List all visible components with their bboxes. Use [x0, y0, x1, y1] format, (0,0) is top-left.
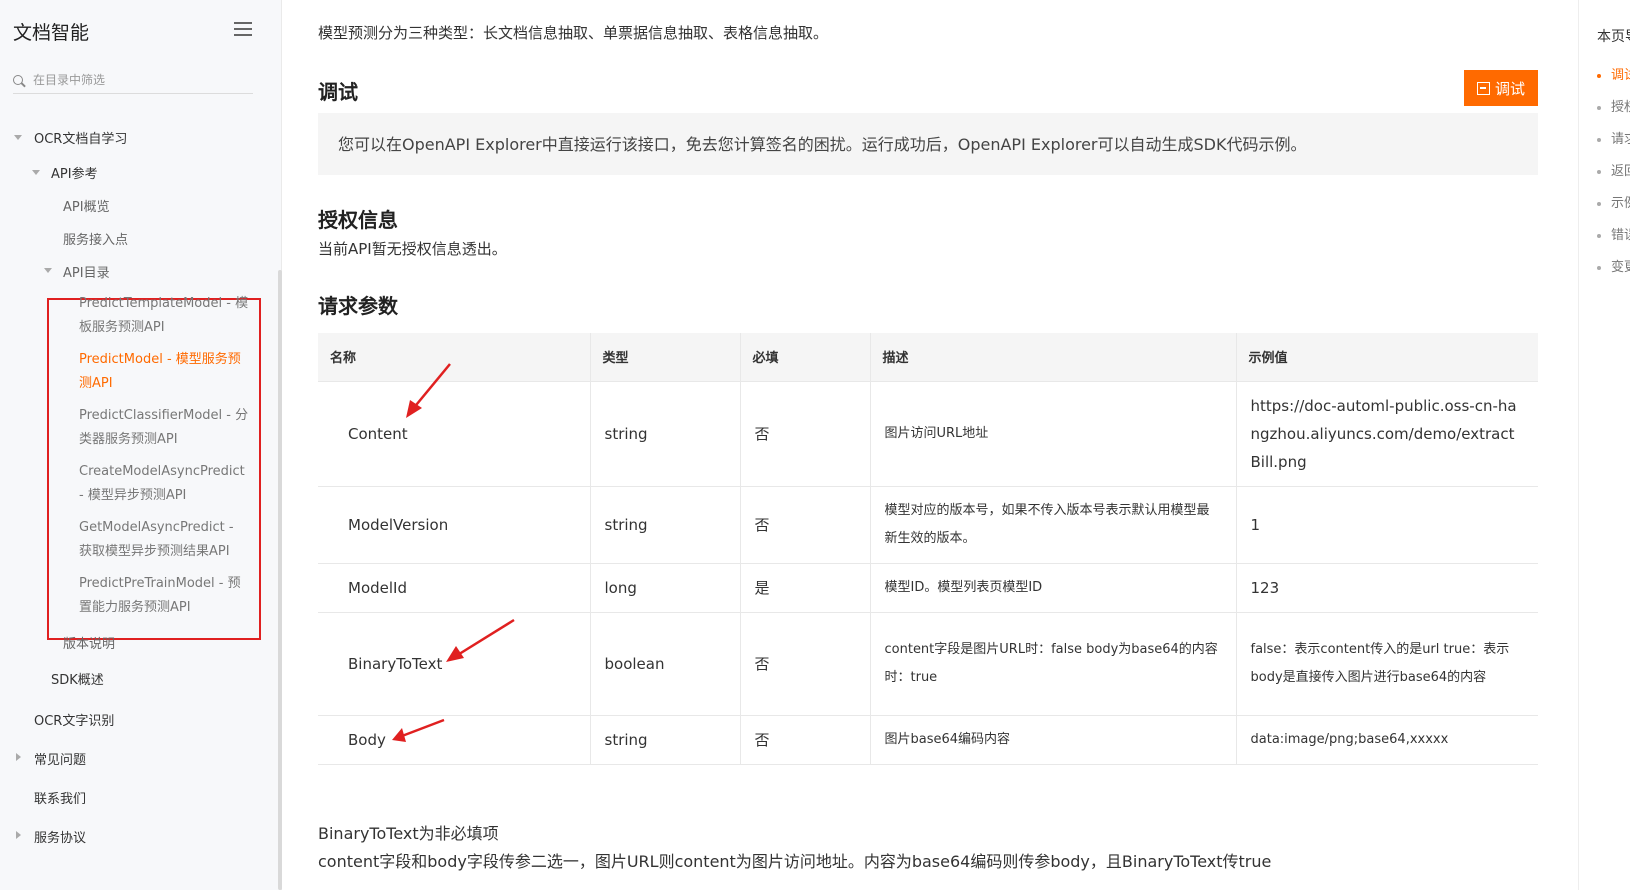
toc-item[interactable]: 授权信息	[1597, 96, 1630, 115]
param-desc: 模型对应的版本号，如果不传入版本号表示默认用模型最新生效的版本。	[870, 485, 1237, 563]
nav-api-predict-pretrain-model[interactable]: PredictPreTrainModel - 预置能力服务预测API	[79, 572, 249, 620]
param-name: Body	[318, 714, 591, 765]
toc-item[interactable]: 错误码	[1597, 224, 1630, 243]
params-table: 名称 类型 必填 描述 示例值 Content string 否 图片访问URL…	[318, 333, 1538, 765]
param-name: ModelVersion	[318, 485, 591, 563]
nav-service-agreement[interactable]: 服务协议	[34, 827, 86, 846]
explorer-text: 您可以在OpenAPI Explorer中直接运行该接口，免去您计算签名的困扰。…	[338, 135, 1307, 154]
debug-button[interactable]: 调试	[1464, 70, 1538, 106]
note-content-body: content字段和body字段传参二选一，图片URL则content为图片访问…	[318, 852, 1272, 871]
nav-ocr-text[interactable]: OCR文字识别	[34, 710, 114, 729]
nav-service-endpoint[interactable]: 服务接入点	[63, 229, 128, 248]
header-example: 示例值	[1236, 333, 1538, 381]
param-example: https://doc-automl-public.oss-cn-hangzho…	[1236, 380, 1538, 486]
sidebar: 文档智能 OCR文档自学习 API参考 API概览 服务接入点 API目录 Pr…	[0, 0, 282, 890]
sidebar-title: 文档智能	[13, 22, 90, 44]
nav-faq[interactable]: 常见问题	[34, 749, 86, 768]
toc-item[interactable]: 返回参数	[1597, 160, 1630, 179]
search-input[interactable]	[33, 72, 233, 87]
param-required: 否	[740, 380, 871, 486]
table-row: BinaryToText boolean 否 content字段是图片URL时：…	[318, 611, 1538, 715]
nav-contact[interactable]: 联系我们	[34, 788, 86, 807]
main-content: 模型预测分为三种类型：长文档信息抽取、单票据信息抽取、表格信息抽取。 调试 调试…	[318, 0, 1538, 890]
toc-item[interactable]: 请求参数	[1597, 128, 1630, 147]
nav-api-predict-model[interactable]: PredictModel - 模型服务预测API	[79, 348, 249, 396]
external-link-icon	[1476, 81, 1490, 95]
explorer-note: 您可以在OpenAPI Explorer中直接运行该接口，免去您计算签名的困扰。…	[318, 113, 1538, 175]
toc-title: 本页导读	[1597, 29, 1630, 45]
nav-api-reference[interactable]: API参考	[51, 163, 98, 182]
note-binary-to-text: BinaryToText为非必填项	[318, 824, 499, 843]
nav-sdk-overview[interactable]: SDK概述	[51, 669, 104, 688]
header-desc: 描述	[870, 333, 1237, 381]
nav-api-predict-classifier-model[interactable]: PredictClassifierModel - 分类器服务预测API	[79, 404, 249, 452]
menu-icon[interactable]	[234, 22, 252, 36]
param-example: false：表示content传入的是url true：表示body是直接传入图…	[1236, 611, 1538, 715]
debug-heading: 调试	[318, 80, 358, 104]
search-icon	[13, 74, 23, 85]
nav-api-catalog[interactable]: API目录	[63, 262, 110, 281]
table-row: ModelId long 是 模型ID。模型列表页模型ID 123	[318, 562, 1538, 612]
param-type: string	[590, 380, 741, 486]
toc-item[interactable]: 示例	[1597, 192, 1630, 211]
param-required: 否	[740, 611, 871, 715]
param-name: ModelId	[318, 562, 591, 612]
param-required: 否	[740, 714, 871, 765]
toc-item[interactable]: 调试	[1597, 64, 1630, 83]
param-example: 1	[1236, 485, 1538, 563]
param-name: BinaryToText	[318, 611, 591, 715]
param-example: 123	[1236, 562, 1538, 612]
nav-version-notes[interactable]: 版本说明	[63, 633, 115, 652]
table-row: Content string 否 图片访问URL地址 https://doc-a…	[318, 380, 1538, 486]
intro-text: 模型预测分为三种类型：长文档信息抽取、单票据信息抽取、表格信息抽取。	[318, 24, 829, 42]
sidebar-scrollbar[interactable]	[278, 270, 282, 890]
chevron-right-icon[interactable]	[16, 831, 21, 839]
debug-button-label: 调试	[1494, 80, 1525, 98]
sidebar-search	[13, 66, 253, 94]
header-name: 名称	[318, 333, 591, 381]
nav-api-predict-template-model[interactable]: PredictTemplateModel - 模板服务预测API	[79, 292, 249, 340]
param-desc: content字段是图片URL时：false body为base64的内容时：t…	[870, 611, 1237, 715]
param-desc: 图片访问URL地址	[870, 380, 1237, 486]
auth-text: 当前API暂无授权信息透出。	[318, 240, 507, 258]
nav-ocr-self-learning[interactable]: OCR文档自学习	[34, 128, 127, 147]
nav-api-get-model-async-predict[interactable]: GetModelAsyncPredict - 获取模型异步预测结果API	[79, 516, 249, 564]
param-type: string	[590, 485, 741, 563]
param-desc: 模型ID。模型列表页模型ID	[870, 562, 1237, 612]
header-type: 类型	[590, 333, 741, 381]
toc-item[interactable]: 变更历史	[1597, 256, 1630, 275]
nav-api-create-model-async-predict[interactable]: CreateModelAsyncPredict - 模型异步预测API	[79, 460, 249, 508]
table-header-row: 名称 类型 必填 描述 示例值	[318, 333, 1538, 381]
param-name: Content	[318, 380, 591, 486]
auth-heading: 授权信息	[318, 208, 398, 232]
params-heading: 请求参数	[318, 294, 398, 318]
toc-panel: 本页导读 调试 授权信息 请求参数 返回参数 示例 错误码 变更历史	[1578, 0, 1630, 890]
chevron-down-icon[interactable]	[14, 135, 22, 140]
header-required: 必填	[740, 333, 871, 381]
param-type: string	[590, 714, 741, 765]
chevron-down-icon[interactable]	[44, 268, 52, 273]
table-row: Body string 否 图片base64编码内容 data:image/pn…	[318, 714, 1538, 765]
param-required: 否	[740, 485, 871, 563]
param-type: long	[590, 562, 741, 612]
nav-api-overview[interactable]: API概览	[63, 196, 110, 215]
table-row: ModelVersion string 否 模型对应的版本号，如果不传入版本号表…	[318, 485, 1538, 563]
chevron-right-icon[interactable]	[16, 753, 21, 761]
param-required: 是	[740, 562, 871, 612]
param-example: data:image/png;base64,xxxxx	[1236, 714, 1538, 765]
chevron-down-icon[interactable]	[32, 170, 40, 175]
param-desc: 图片base64编码内容	[870, 714, 1237, 765]
param-type: boolean	[590, 611, 741, 715]
